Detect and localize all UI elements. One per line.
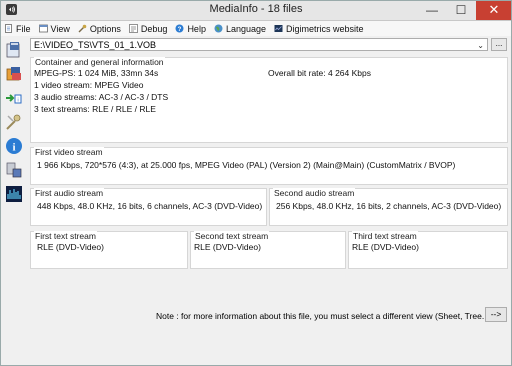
audio-1-info: 448 Kbps, 48.0 KHz, 16 bits, 6 channels,… [37, 201, 263, 211]
audio-2-title: Second audio stream [273, 188, 356, 198]
main-area: E:\VIDEO_TS\VTS_01_1.VOB ⌄ ... Container… [30, 37, 510, 364]
text-2-title: Second text stream [194, 231, 270, 241]
text-panel-2: Second text stream RLE (DVD-Video) [190, 231, 346, 269]
minimize-button[interactable]: — [418, 0, 446, 20]
menu-digimetrics-label: Digimetrics website [286, 23, 364, 34]
general-line-1: MPEG-PS: 1 024 MiB, 33mn 34s [34, 68, 159, 78]
audio-1-title: First audio stream [34, 188, 105, 198]
menu-file[interactable]: File [0, 24, 35, 34]
digimetrics-icon [274, 25, 283, 32]
text-3-title: Third text stream [352, 231, 418, 241]
menu-digimetrics[interactable]: Digimetrics website [270, 24, 368, 34]
menu-debug-label: Debug [140, 23, 168, 34]
export-arrow-icon: i [6, 94, 22, 104]
audio-2-info: 256 Kbps, 48.0 KHz, 16 bits, 2 channels,… [276, 201, 502, 211]
menu-help[interactable]: ? Help [171, 24, 210, 34]
menu-debug[interactable]: Debug [125, 24, 172, 34]
text-1-info: RLE (DVD-Video) [37, 242, 104, 252]
open-file-button[interactable] [4, 40, 24, 60]
text-2-info: RLE (DVD-Video) [194, 242, 261, 252]
general-panel: Container and general information MPEG-P… [30, 57, 508, 143]
file-selector[interactable]: E:\VIDEO_TS\VTS_01_1.VOB ⌄ [30, 38, 488, 51]
about-button[interactable]: i [4, 136, 24, 156]
video-info: 1 966 Kbps, 720*576 (4:3), at 25.000 fps… [37, 160, 456, 170]
svg-text:?: ? [178, 27, 182, 33]
globe-icon [214, 24, 223, 33]
file-icon [5, 24, 12, 33]
browse-button[interactable]: ... [491, 38, 507, 51]
open-file-icon [6, 42, 20, 58]
chevron-down-icon: ⌄ [477, 41, 484, 50]
svg-text:i: i [12, 142, 15, 154]
menu-options[interactable]: Options [74, 24, 125, 34]
overall-bitrate: Overall bit rate: 4 264 Kbps [268, 68, 372, 78]
help-icon: ? [175, 24, 184, 33]
open-folder-icon [6, 67, 21, 81]
view-icon [38, 24, 48, 33]
file-bar: E:\VIDEO_TS\VTS_01_1.VOB ⌄ ... [30, 37, 508, 53]
text-1-title: First text stream [34, 231, 97, 241]
menu-language-label: Language [225, 23, 266, 34]
left-toolbar: i i [2, 38, 28, 208]
menu-view-label: View [50, 23, 70, 34]
audio-panel-1: First audio stream 448 Kbps, 48.0 KHz, 1… [30, 188, 267, 226]
options-icon [78, 24, 87, 33]
debug-icon [129, 24, 138, 33]
menu-help-label: Help [187, 23, 206, 34]
general-line-3: 3 audio streams: AC-3 / AC-3 / DTS [34, 92, 169, 102]
close-button[interactable]: ✕ [476, 0, 512, 20]
general-line-2: 1 video stream: MPEG Video [34, 80, 144, 90]
more-info-note: Note : for more information about this f… [156, 311, 492, 321]
device-button[interactable] [4, 160, 24, 180]
spectrum-button[interactable] [4, 184, 24, 204]
svg-text:i: i [17, 98, 18, 104]
preferences-icon [6, 114, 21, 130]
info-icon: i [6, 138, 22, 154]
export-button[interactable]: i [4, 88, 24, 108]
menu-file-label: File [16, 23, 31, 34]
more-info-button[interactable]: --> [485, 307, 507, 322]
title-bar[interactable]: MediaInfo - 18 files — ☐ ✕ [0, 0, 512, 21]
text-panel-3: Third text stream RLE (DVD-Video) [348, 231, 508, 269]
spectrum-icon [6, 186, 22, 202]
text-3-info: RLE (DVD-Video) [352, 242, 419, 252]
menu-bar: File View Options Debug ? Help Language … [0, 21, 512, 36]
open-folder-button[interactable] [4, 64, 24, 84]
text-panel-1: First text stream RLE (DVD-Video) [30, 231, 188, 269]
file-path: E:\VIDEO_TS\VTS_01_1.VOB [34, 40, 157, 50]
menu-view[interactable]: View [35, 24, 74, 34]
menu-language[interactable]: Language [210, 24, 270, 34]
maximize-button[interactable]: ☐ [446, 0, 476, 20]
general-title: Container and general information [34, 57, 165, 67]
general-line-4: 3 text streams: RLE / RLE / RLE [34, 104, 156, 114]
menu-options-label: Options [89, 23, 121, 34]
audio-panel-2: Second audio stream 256 Kbps, 48.0 KHz, … [269, 188, 508, 226]
preferences-button[interactable] [4, 112, 24, 132]
device-icon [6, 162, 22, 178]
mediainfo-window: MediaInfo - 18 files — ☐ ✕ File View Opt… [0, 0, 512, 366]
video-title: First video stream [34, 147, 104, 157]
video-panel: First video stream 1 966 Kbps, 720*576 (… [30, 147, 508, 185]
